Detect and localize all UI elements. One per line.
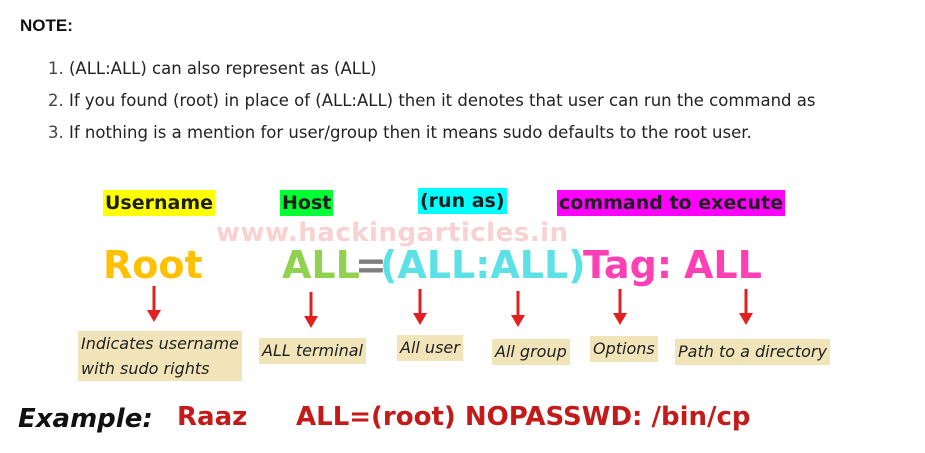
desc-username: Indicates username with sudo rights [78,331,242,381]
example-user: Raaz [177,402,248,432]
desc-path: Path to a directory [675,339,830,365]
arrow-down-icon [739,289,753,325]
list-item: 2. If you found (root) in place of (ALL:A… [48,91,816,110]
desc-terminal: ALL terminal [259,338,366,364]
syntax-user: Root [103,243,203,287]
list-item: 3. If nothing is a mention for user/group… [48,123,752,142]
arrow-down-icon [147,286,161,322]
note-title: NOTE: [20,16,73,35]
run-as-label: (run as) [418,188,507,214]
desc-options: Options [590,336,658,362]
syntax-command: ALL [684,243,762,287]
desc-user: All user [397,335,463,361]
syntax-tag: Tag: [583,243,673,287]
host-label: Host [280,190,334,216]
arrow-down-icon [304,292,318,328]
arrow-down-icon [511,291,525,327]
list-item: 1. (ALL:ALL) can also represent as (ALL) [48,59,377,78]
username-label: Username [103,190,216,216]
syntax-host: ALL [282,243,360,287]
note-list: 1. (ALL:ALL) can also represent as (ALL) … [48,58,815,154]
command-label: command to execute [557,190,786,216]
syntax-run-as: (ALL:ALL) [380,243,586,287]
arrow-down-icon [613,289,627,325]
arrow-down-icon [413,289,427,325]
example-label: Example: [18,404,153,434]
example-command: ALL=(root) NOPASSWD: /bin/cp [296,402,751,432]
desc-group: All group [492,339,570,365]
